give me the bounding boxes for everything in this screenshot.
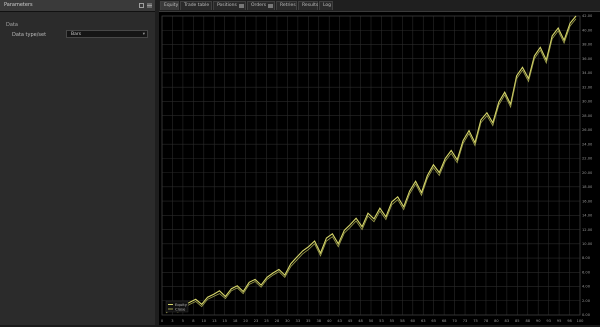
data-type-label: Data type/set — [12, 32, 47, 38]
tab-trade-table[interactable]: Trade table — [180, 1, 212, 10]
y-tick-label: 12.00 — [582, 228, 593, 232]
x-tick-label: 90 — [536, 319, 541, 323]
section-label: Data — [6, 22, 18, 28]
legend-label: Close — [175, 306, 186, 311]
chevron-down-icon: ▾ — [142, 32, 145, 37]
x-tick-label: 30 — [285, 319, 290, 323]
tab-bar: Equity Trade table Positions Orders Retr… — [159, 0, 600, 12]
y-tick-label: 42.00 — [582, 14, 593, 18]
y-tick-label: 26.00 — [582, 128, 593, 132]
x-tick-label: 23 — [254, 319, 259, 323]
x-tick-label: 48 — [358, 319, 363, 323]
tab-orders[interactable]: Orders — [247, 1, 275, 10]
x-tick-label: 63 — [421, 319, 426, 323]
y-tick-label: 32.00 — [582, 85, 593, 89]
x-tick-label: 100 — [577, 319, 585, 323]
x-tick-label: 85 — [515, 319, 520, 323]
tab-label: Positions — [217, 3, 237, 8]
panel-title: Parameters — [4, 2, 33, 8]
y-tick-label: 28.00 — [582, 114, 593, 118]
x-tick-label: 73 — [463, 319, 468, 323]
x-tick-label: 20 — [243, 319, 248, 323]
tab-equity[interactable]: Equity — [160, 1, 179, 10]
tab-label: Retries — [280, 3, 296, 8]
tab-label: Log — [323, 3, 332, 8]
x-tick-label: 65 — [431, 319, 436, 323]
y-tick-label: 18.00 — [582, 185, 593, 189]
tab-positions[interactable]: Positions — [213, 1, 246, 10]
tab-label: Results — [302, 3, 319, 8]
x-tick-label: 50 — [369, 319, 374, 323]
y-tick-label: 40.00 — [582, 28, 593, 32]
x-tick-label: 95 — [557, 319, 562, 323]
x-tick-label: 35 — [306, 319, 311, 323]
x-tick-label: 70 — [452, 319, 457, 323]
y-tick-label: 30.00 — [582, 100, 593, 104]
equity-chart-svg[interactable]: 0 3 5 8 10 13 15 18 20 23 25 28 30 33 35 38 40 43 45 48 50 53… — [159, 12, 600, 325]
x-tick-label: 25 — [264, 319, 269, 323]
data-type-select[interactable]: Bars ▾ — [66, 30, 148, 38]
y-tick-label: 0.00 — [582, 313, 591, 317]
x-tick-label: 83 — [505, 319, 510, 323]
equity-chart[interactable]: 0 3 5 8 10 13 15 18 20 23 25 28 30 33 35 38 40 43 45 48 50 53… — [159, 12, 600, 325]
y-tick-label: 14.00 — [582, 214, 593, 218]
x-tick-label: 28 — [275, 319, 280, 323]
window-icon[interactable] — [139, 3, 144, 8]
x-tick-label: 15 — [222, 319, 227, 323]
y-tick-label: 16.00 — [582, 199, 593, 203]
x-tick-label: 10 — [202, 319, 207, 323]
x-tick-label: 68 — [442, 319, 447, 323]
x-tick-label: 58 — [400, 319, 405, 323]
y-tick-label: 34.00 — [582, 71, 593, 75]
x-tick-label: 88 — [525, 319, 530, 323]
parameters-panel: Parameters Data Data type/set Bars ▾ — [0, 0, 156, 325]
y-tick-label: 22.00 — [582, 157, 593, 161]
x-tick-label: 18 — [233, 319, 238, 323]
y-tick-label: 38.00 — [582, 43, 593, 47]
y-tick-label: 4.00 — [582, 285, 591, 289]
x-tick-label: 5 — [182, 319, 184, 323]
panel-header: Parameters — [0, 0, 155, 12]
x-tick-label: 78 — [484, 319, 489, 323]
tab-results[interactable]: Results — [298, 1, 318, 10]
tab-label: Orders — [251, 3, 267, 8]
menu-icon[interactable] — [147, 3, 152, 8]
select-value: Bars — [71, 32, 82, 37]
tab-log[interactable]: Log — [319, 1, 333, 10]
y-tick-label: 10.00 — [582, 242, 593, 246]
x-tick-label: 80 — [494, 319, 499, 323]
x-tick-label: 33 — [296, 319, 301, 323]
x-tick-label: 55 — [390, 319, 395, 323]
y-tick-label: 8.00 — [582, 256, 591, 260]
x-tick-label: 40 — [327, 319, 332, 323]
tab-label: Equity — [164, 3, 179, 8]
tab-retries[interactable]: Retries — [276, 1, 297, 10]
x-tick-label: 98 — [567, 319, 572, 323]
x-tick-label: 75 — [473, 319, 478, 323]
x-tick-label: 53 — [379, 319, 384, 323]
y-tick-label: 20.00 — [582, 171, 593, 175]
y-tick-label: 36.00 — [582, 57, 593, 61]
x-tick-label: 43 — [337, 319, 342, 323]
count-badge — [268, 4, 273, 8]
y-tick-label: 2.00 — [582, 299, 591, 303]
y-tick-label: 6.00 — [582, 270, 591, 274]
y-tick-label: 24.00 — [582, 142, 593, 146]
x-tick-label: 3 — [171, 319, 173, 323]
tab-label: Trade table — [184, 3, 210, 8]
x-tick-label: 38 — [316, 319, 321, 323]
count-badge — [239, 4, 244, 8]
x-tick-label: 60 — [411, 319, 416, 323]
x-tick-label: 45 — [348, 319, 353, 323]
x-tick-label: 13 — [212, 319, 217, 323]
x-tick-label: 93 — [546, 319, 551, 323]
